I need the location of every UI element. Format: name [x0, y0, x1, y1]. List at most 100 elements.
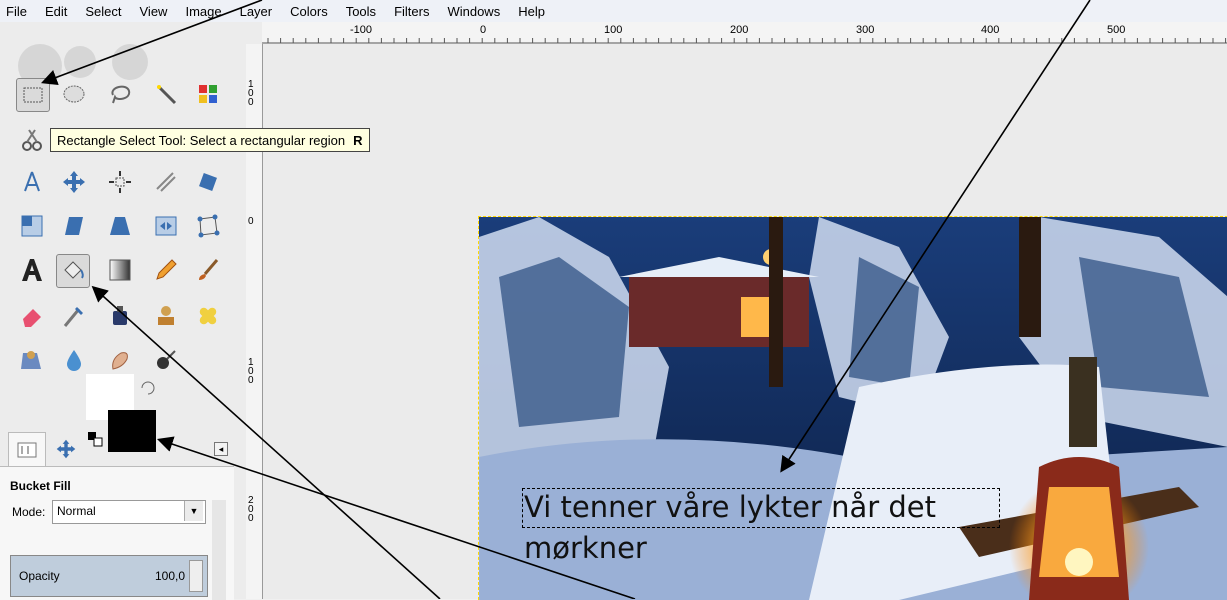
menu-view[interactable]: View: [131, 4, 177, 19]
rotate-tool[interactable]: [192, 166, 224, 198]
move-cross-icon: [56, 439, 76, 459]
flip-tool[interactable]: [150, 210, 182, 242]
ellipse-select-tool[interactable]: [58, 78, 90, 110]
shear-tool[interactable]: [58, 210, 90, 242]
ruler-label: 200: [730, 24, 749, 36]
opacity-value: 100,0: [154, 569, 185, 583]
tooltip-shortcut: R: [353, 132, 363, 148]
bandage-icon: [199, 307, 217, 325]
ruler-label: 200: [248, 495, 254, 524]
scale-icon: [21, 215, 43, 237]
align-tool[interactable]: [104, 166, 136, 198]
magic-wand-icon: [157, 85, 177, 105]
move-icon: [63, 171, 85, 193]
scissors-icon: [22, 129, 42, 151]
menu-help[interactable]: Help: [509, 4, 554, 19]
paths-tool[interactable]: [16, 166, 48, 198]
opacity-slider[interactable]: Opacity 100,0: [10, 555, 208, 597]
shear-icon: [65, 217, 83, 235]
menu-image[interactable]: Image: [176, 4, 230, 19]
text-line-2: mørkner: [524, 531, 647, 565]
tool-options-panel: Bucket Fill Mode: Normal ▼ Opacity 100,0: [0, 466, 234, 600]
blend-tool[interactable]: [104, 254, 136, 286]
rect-select-tool[interactable]: [16, 78, 50, 112]
scissors-select-tool[interactable]: [16, 124, 48, 156]
tooltip-text: Rectangle Select Tool: Select a rectangu…: [57, 132, 346, 148]
pencil-icon: [156, 259, 177, 280]
perspective-icon: [110, 217, 130, 235]
select-by-color-tool[interactable]: [192, 78, 224, 110]
ruler-label: 300: [856, 24, 875, 36]
free-select-tool[interactable]: [104, 78, 136, 110]
lasso-icon: [111, 85, 131, 104]
ruler-label: 100: [248, 79, 254, 108]
ruler-label: 500: [1107, 24, 1126, 36]
dock-menu-button[interactable]: ◂: [214, 442, 228, 456]
ellipse-select-icon: [63, 85, 85, 103]
menu-colors[interactable]: Colors: [281, 4, 337, 19]
horizontal-ruler: -100 0 100 200 300 400 500: [262, 22, 1227, 45]
ruler-label: -100: [350, 24, 373, 36]
airbrush-tool[interactable]: [58, 300, 90, 332]
pencil-tool[interactable]: [150, 254, 182, 286]
menu-edit[interactable]: Edit: [36, 4, 76, 19]
ink-tool[interactable]: [104, 300, 136, 332]
fuzzy-select-tool[interactable]: [150, 78, 182, 110]
smudge-icon: [112, 352, 128, 370]
dodge-burn-icon: [157, 350, 176, 369]
cage-transform-tool[interactable]: [192, 210, 224, 242]
bucket-fill-icon: [64, 261, 84, 279]
airbrush-icon: [63, 307, 83, 327]
menu-layer[interactable]: Layer: [231, 4, 282, 19]
eraser-tool[interactable]: [16, 300, 48, 332]
text-tool[interactable]: [16, 254, 48, 286]
options-scrollbar[interactable]: [212, 500, 226, 600]
menubar: File Edit Select View Image Layer Colors…: [0, 0, 1227, 22]
perspective-clone-tool[interactable]: [16, 344, 48, 376]
color-select-icon: [199, 85, 217, 103]
tooltip: Rectangle Select Tool: Select a rectangu…: [50, 128, 370, 152]
bucket-fill-tool[interactable]: [56, 254, 90, 288]
ruler-label: 400: [981, 24, 1000, 36]
tab-device-status[interactable]: [48, 432, 84, 466]
flip-icon: [155, 216, 177, 236]
mode-label: Mode:: [12, 505, 46, 519]
ruler-label: 100: [248, 357, 254, 386]
ruler-label: 100: [604, 24, 623, 36]
ink-icon: [113, 306, 127, 325]
menu-windows[interactable]: Windows: [438, 4, 509, 19]
rect-select-icon: [23, 87, 43, 103]
chevron-down-icon[interactable]: ▼: [184, 501, 203, 521]
opacity-spinner[interactable]: [189, 560, 203, 592]
gradient-icon: [109, 259, 131, 281]
text-line-1: Vi tenner våre lykter når det: [524, 490, 936, 524]
clone-tool[interactable]: [150, 300, 182, 332]
menu-select[interactable]: Select: [76, 4, 130, 19]
perspective-clone-icon: [21, 351, 41, 369]
text-a-icon: [22, 259, 42, 281]
mode-select[interactable]: Normal: [52, 500, 206, 524]
perspective-tool[interactable]: [104, 210, 136, 242]
ruler-label: 0: [480, 24, 487, 36]
crop-tool[interactable]: [150, 166, 182, 198]
tool-options-title: Bucket Fill: [10, 479, 71, 493]
menu-file[interactable]: File: [0, 4, 36, 19]
text-layer[interactable]: Vi tenner våre lykter når det mørkner: [524, 487, 936, 569]
eraser-icon: [23, 309, 41, 327]
water-drop-icon: [67, 350, 81, 371]
move-tool[interactable]: [58, 166, 90, 198]
cage-icon: [197, 214, 220, 238]
paintbrush-tool[interactable]: [192, 254, 224, 286]
tool-options-icon: [17, 442, 37, 458]
tab-tool-options[interactable]: [8, 432, 46, 467]
align-icon: [109, 171, 131, 193]
mode-value: Normal: [57, 504, 96, 518]
paths-icon: [24, 171, 40, 192]
paintbrush-icon: [199, 259, 219, 280]
menu-filters[interactable]: Filters: [385, 4, 438, 19]
scale-tool[interactable]: [16, 210, 48, 242]
rotate-icon: [199, 173, 217, 191]
menu-tools[interactable]: Tools: [337, 4, 385, 19]
heal-tool[interactable]: [192, 300, 224, 332]
opacity-label: Opacity: [19, 569, 60, 583]
